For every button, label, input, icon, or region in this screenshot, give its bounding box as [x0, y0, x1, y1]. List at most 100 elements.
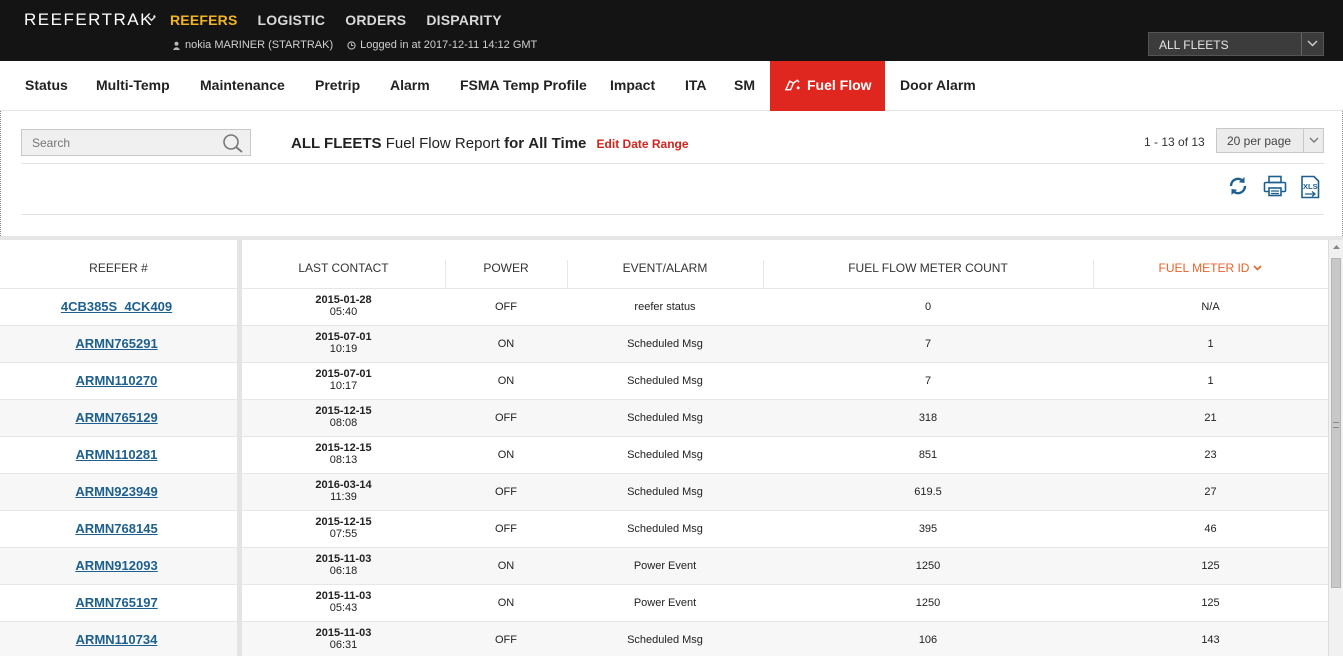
table-row: ARMN768145 — [0, 510, 237, 547]
tab-ita[interactable]: ITA — [685, 61, 707, 111]
user-info: nokia MARINER (STARTRAK) Logged in at 20… — [172, 39, 537, 51]
tab-impact[interactable]: Impact — [610, 61, 655, 111]
fuel-meter-id-cell: 1 — [1207, 375, 1214, 387]
last-contact-date: 2015-12-15 — [315, 442, 372, 454]
power-cell: OFF — [495, 523, 517, 535]
chevron-down-icon[interactable] — [147, 14, 156, 23]
reefer-link[interactable]: ARMN768145 — [0, 511, 233, 547]
report-toolbar: ALL FLEETS Fuel Flow Report for All Time… — [0, 111, 1343, 236]
last-contact-date: 2015-11-03 — [315, 590, 372, 602]
report-fleet: ALL FLEETS — [291, 135, 382, 152]
edit-date-range-link[interactable]: Edit Date Range — [597, 137, 689, 151]
last-contact-time: 06:18 — [329, 565, 358, 577]
reefer-link[interactable]: ARMN765129 — [0, 400, 233, 436]
tab-multi-temp[interactable]: Multi-Temp — [96, 61, 170, 111]
fuel-flow-count-cell: 1250 — [915, 560, 941, 572]
col-header-fuel-meter-id[interactable]: FUEL METER ID — [1093, 240, 1328, 288]
event-alarm-cell: Scheduled Msg — [627, 449, 703, 461]
last-contact-time: 11:39 — [330, 491, 357, 503]
tab-door-alarm[interactable]: Door Alarm — [900, 61, 976, 111]
chevron-down-icon — [1309, 137, 1319, 143]
reefer-link[interactable]: ARMN912093 — [0, 548, 233, 584]
col-header-reefer[interactable]: REEFER # — [0, 240, 237, 288]
user-name: nokia MARINER (STARTRAK) — [185, 39, 334, 51]
last-contact-date: 2015-12-15 — [315, 516, 372, 528]
fleet-select-value: ALL FLEETS — [1159, 38, 1229, 52]
last-contact-cell: 2015-07-01 10:19 — [242, 326, 445, 362]
scrollbar-grip — [1333, 422, 1339, 428]
power-cell: ON — [497, 375, 515, 387]
nav-orders[interactable]: ORDERS — [345, 12, 406, 28]
tab-status[interactable]: Status — [25, 61, 68, 111]
event-alarm-cell: reefer status — [634, 301, 696, 313]
col-header-fuel-flow-meter-count[interactable]: FUEL FLOW METER COUNT — [763, 240, 1093, 288]
app-logo[interactable]: REEFERTRAK• — [24, 10, 157, 30]
search-box[interactable] — [21, 129, 251, 156]
report-name: Fuel Flow Report — [385, 135, 500, 152]
reefer-link[interactable]: ARMN765197 — [0, 585, 233, 621]
tab-fsma-temp-profile[interactable]: FSMA Temp Profile — [460, 61, 587, 111]
event-alarm-cell: Scheduled Msg — [627, 634, 703, 646]
fuel-flow-count-cell: 1250 — [915, 597, 941, 609]
search-icon[interactable] — [222, 133, 244, 153]
last-contact-cell: 2015-11-03 06:18 — [242, 548, 445, 584]
power-cell: ON — [497, 449, 515, 461]
table-row: ARMN765129 — [0, 399, 237, 436]
last-contact-date: 2015-01-28 — [315, 294, 372, 306]
main-nav: REEFERS LOGISTIC ORDERS DISPARITY — [170, 12, 522, 28]
table-row: 2015-07-01 10:19 ON Scheduled Msg 7 1 — [242, 325, 1328, 362]
per-page-toggle[interactable] — [1303, 129, 1323, 152]
tab-pretrip[interactable]: Pretrip — [315, 61, 360, 111]
nav-logistic[interactable]: LOGISTIC — [258, 12, 326, 28]
divider — [21, 214, 1324, 215]
event-alarm-cell: Power Event — [633, 560, 697, 572]
vertical-scrollbar[interactable] — [1328, 240, 1343, 656]
nav-disparity[interactable]: DISPARITY — [426, 12, 501, 28]
fuel-flow-count-cell: 619.5 — [914, 486, 942, 498]
tab-maintenance[interactable]: Maintenance — [200, 61, 285, 111]
table-row: 2015-12-15 07:55 OFF Scheduled Msg 395 46 — [242, 510, 1328, 547]
tab-sm[interactable]: SM — [734, 61, 755, 111]
reefer-link[interactable]: 4CB385S_4CK409 — [0, 289, 233, 325]
tab-alarm[interactable]: Alarm — [390, 61, 430, 111]
last-contact-time: 10:17 — [329, 380, 358, 392]
tab-fuel-flow[interactable]: Fuel Flow — [770, 61, 885, 111]
tab-fuel-flow-label: Fuel Flow — [807, 77, 872, 93]
reefer-link[interactable]: ARMN923949 — [0, 474, 233, 510]
reefer-link[interactable]: ARMN110281 — [0, 437, 233, 473]
fuel-meter-id-cell: 143 — [1201, 634, 1220, 646]
fleet-select-toggle[interactable] — [1301, 33, 1323, 55]
event-alarm-cell: Power Event — [633, 597, 697, 609]
last-contact-time: 07:55 — [329, 528, 358, 540]
power-cell: OFF — [495, 412, 517, 424]
fuel-meter-id-cell: 125 — [1201, 597, 1220, 609]
report-period: All Time — [528, 135, 587, 152]
table-row: ARMN912093 — [0, 547, 237, 584]
refresh-icon[interactable] — [1227, 175, 1249, 197]
reefer-link[interactable]: ARMN110270 — [0, 363, 233, 399]
xls-export-icon[interactable]: XLS — [1299, 175, 1321, 199]
fuel-meter-id-cell: 125 — [1201, 560, 1220, 572]
search-input[interactable] — [22, 130, 222, 155]
fleet-select[interactable]: ALL FLEETS — [1148, 32, 1324, 56]
per-page-select[interactable]: 20 per page — [1216, 128, 1324, 153]
col-header-event-alarm[interactable]: EVENT/ALARM — [567, 240, 763, 288]
scroll-up-icon[interactable] — [1332, 244, 1341, 250]
col-header-power[interactable]: POWER — [445, 240, 567, 288]
nav-reefers[interactable]: REEFERS — [170, 12, 238, 28]
last-contact-cell: 2015-12-15 08:08 — [242, 400, 445, 436]
fuel-flow-count-cell: 0 — [924, 301, 932, 313]
divider — [21, 163, 1324, 164]
table-row: 2015-11-03 05:43 ON Power Event 1250 125 — [242, 584, 1328, 621]
power-cell: OFF — [495, 301, 517, 313]
reefer-link[interactable]: ARMN765291 — [0, 326, 233, 362]
table-row: 2016-03-14 11:39 OFF Scheduled Msg 619.5 27 — [242, 473, 1328, 510]
power-cell: OFF — [495, 634, 517, 646]
col-header-last-contact[interactable]: LAST CONTACT — [242, 240, 445, 288]
last-contact-time: 10:19 — [329, 343, 358, 355]
last-contact-date: 2015-07-01 — [315, 331, 372, 343]
event-alarm-cell: Scheduled Msg — [627, 338, 703, 350]
print-icon[interactable] — [1263, 175, 1287, 197]
reefer-link[interactable]: ARMN110734 — [0, 622, 233, 656]
last-contact-time: 06:31 — [329, 639, 358, 651]
